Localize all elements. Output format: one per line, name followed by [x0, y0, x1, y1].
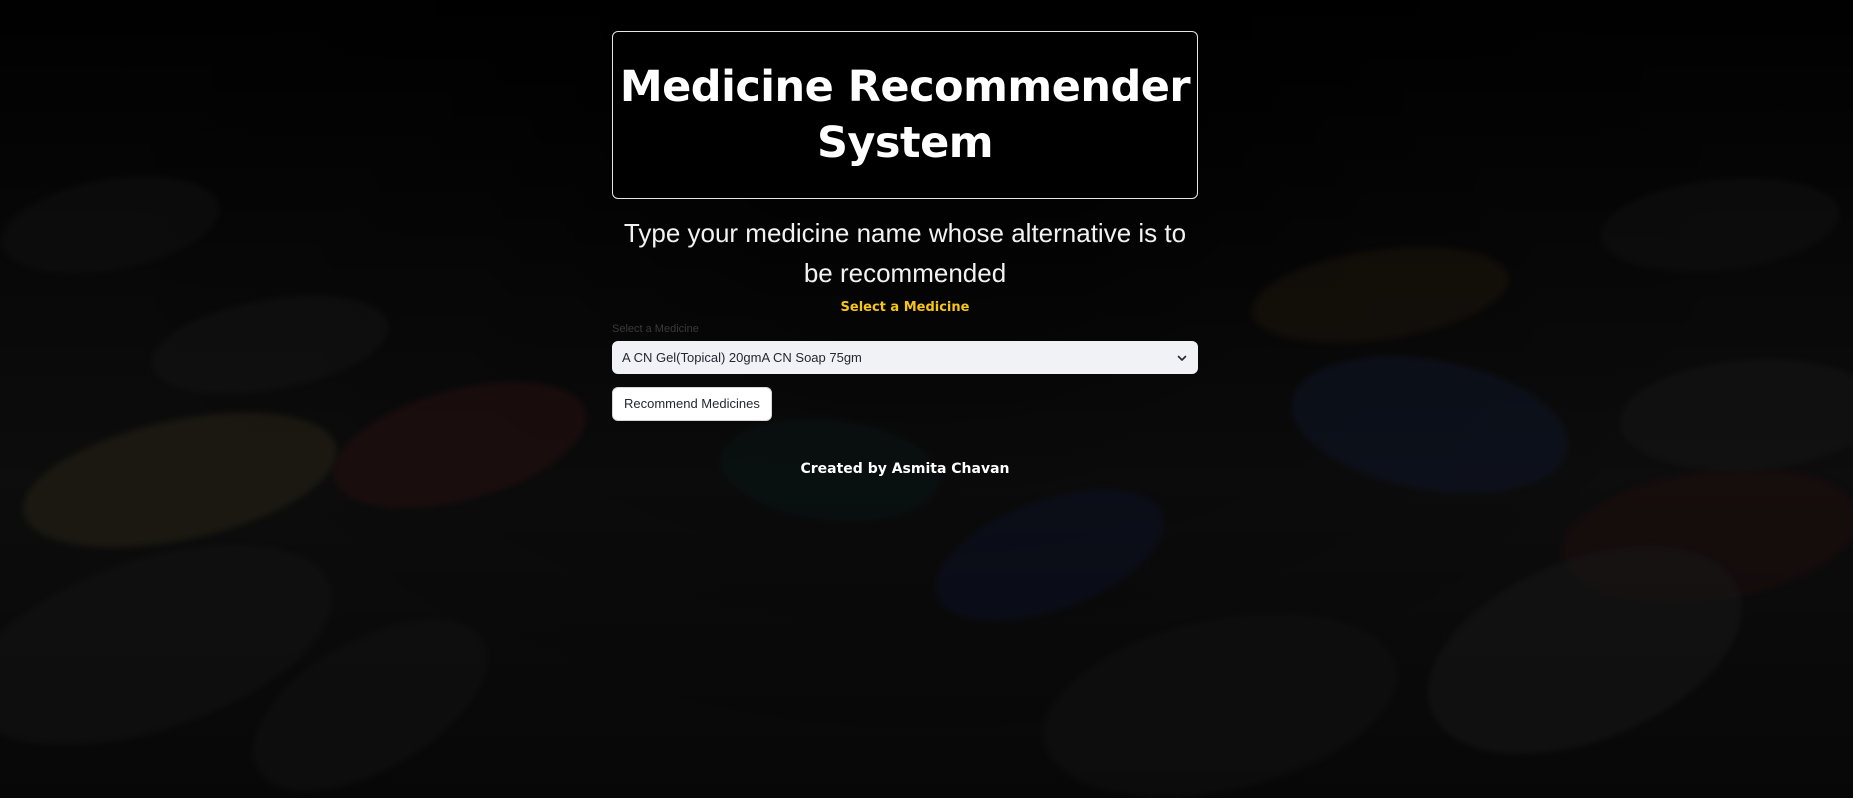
select-label: Select a Medicine: [612, 323, 699, 335]
page-subtitle: Type your medicine name whose alternativ…: [623, 218, 1187, 288]
footer-credit: Created by Asmita Chavan: [800, 461, 1010, 477]
title-box: Medicine Recommender System: [612, 31, 1198, 199]
medicine-select-value: A CN Gel(Topical) 20gmA CN Soap 75gm: [622, 350, 862, 365]
chevron-down-icon[interactable]: [1176, 352, 1188, 364]
page-title: Medicine Recommender System: [619, 62, 1191, 168]
main-content: Medicine Recommender System Type your me…: [612, 31, 1198, 477]
recommend-medicines-button[interactable]: Recommend Medicines: [612, 387, 772, 421]
select-heading: Select a Medicine: [840, 300, 970, 315]
medicine-select[interactable]: A CN Gel(Topical) 20gmA CN Soap 75gm: [612, 341, 1198, 374]
